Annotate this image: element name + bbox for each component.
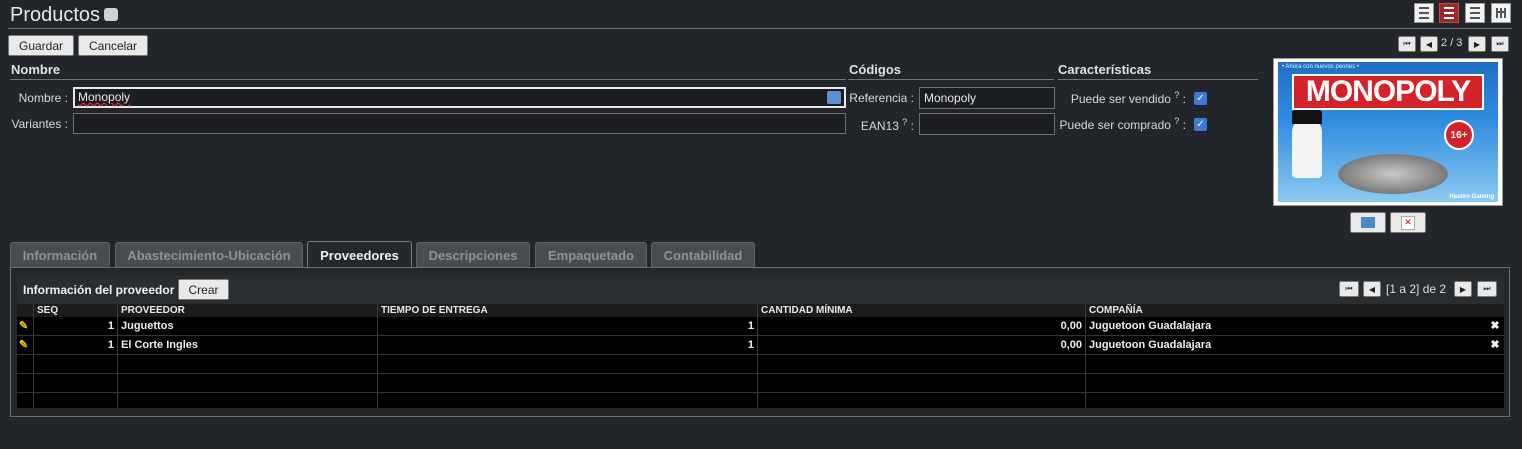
monopoly-box-art: • Ahora con nuevos peones • MONOPOLY 16+…	[1278, 62, 1498, 202]
clear-image-button[interactable]: ✕	[1390, 212, 1426, 233]
section-nombre-title: Nombre	[11, 62, 61, 77]
nombre-input[interactable]: Monopoly	[73, 87, 846, 108]
page-view-icon[interactable]	[1465, 3, 1485, 23]
supplier-first-icon[interactable]: ⏮	[1339, 281, 1359, 297]
record-counter: 2 / 3	[1441, 37, 1463, 49]
variantes-label: Variantes :	[11, 117, 68, 131]
cell-compania: Juguetoon Guadalajara	[1089, 320, 1212, 332]
prev-record-icon[interactable]: ◀	[1420, 36, 1438, 52]
comprado-help-icon[interactable]: ?	[1174, 116, 1179, 126]
empty-row	[17, 393, 1504, 408]
form-view-icon[interactable]	[1439, 3, 1459, 23]
age-badge: 16+	[1444, 120, 1474, 150]
ean13-label: EAN13	[860, 119, 899, 133]
kanban-view-icon[interactable]	[1491, 3, 1511, 23]
referencia-label: Referencia :	[849, 91, 914, 105]
edit-row-icon[interactable]: ✎	[17, 317, 34, 335]
comprado-label-wrap: Puede ser comprado ? :	[1058, 116, 1186, 132]
hasbro-logo: Hasbro Gaming	[1449, 194, 1494, 200]
empty-row	[17, 355, 1504, 374]
variantes-input[interactable]	[73, 113, 846, 134]
cell-cantidad: 0,00	[758, 336, 1086, 354]
supplier-prev-icon[interactable]: ◀	[1363, 281, 1381, 297]
cell-seq: 1	[34, 317, 118, 335]
suppliers-table: SEQ PROVEEDOR TIEMPO DE ENTREGA CANTIDAD…	[17, 304, 1504, 408]
cell-proveedor: El Corte Ingles	[118, 336, 378, 354]
monopoly-logo: MONOPOLY	[1292, 74, 1484, 110]
ean13-colon: :	[910, 119, 914, 133]
game-tokens	[1338, 154, 1448, 194]
section-codigos-title: Códigos	[849, 62, 901, 77]
col-seq[interactable]: SEQ	[34, 304, 118, 317]
section-nombre-divider	[10, 79, 846, 80]
tab-descripciones[interactable]: Descripciones	[416, 242, 530, 267]
next-record-icon[interactable]: ▶	[1468, 36, 1486, 52]
vendido-colon: :	[1182, 92, 1186, 106]
cell-cantidad: 0,00	[758, 317, 1086, 335]
nombre-label: Nombre :	[18, 91, 68, 105]
folder-icon	[1361, 217, 1375, 228]
tab-proveedores[interactable]: Proveedores	[307, 241, 412, 268]
cell-tiempo: 1	[378, 317, 758, 335]
section-caracteristicas-title: Características	[1058, 62, 1152, 77]
vendido-label-wrap: Puede ser vendido ? :	[1058, 90, 1186, 106]
help-icon[interactable]	[104, 8, 119, 22]
col-compania[interactable]: COMPAÑÍA	[1086, 304, 1504, 317]
upload-image-button[interactable]	[1350, 212, 1386, 233]
tab-empaquetado[interactable]: Empaquetado	[535, 242, 647, 267]
ean13-help-icon[interactable]: ?	[902, 117, 907, 127]
save-button[interactable]: Guardar	[8, 35, 74, 56]
tab-contabilidad[interactable]: Contabilidad	[651, 242, 755, 267]
edit-row-icon[interactable]: ✎	[17, 336, 34, 354]
comprado-label: Puede ser comprado	[1059, 118, 1171, 132]
tab-informacion[interactable]: Información	[10, 242, 110, 267]
vendido-help-icon[interactable]: ?	[1174, 90, 1179, 100]
supplier-section-title: Información del proveedor	[23, 283, 175, 297]
delete-row-icon[interactable]: ✖	[1486, 336, 1504, 354]
section-codigos-divider	[848, 79, 1054, 80]
supplier-pager-text: [1 a 2] de 2	[1386, 282, 1447, 296]
supplier-header-bar	[17, 276, 1504, 304]
list-view-icon[interactable]	[1414, 3, 1434, 23]
mascot-figure	[1292, 118, 1322, 178]
product-image: • Ahora con nuevos peones • MONOPOLY 16+…	[1273, 58, 1503, 206]
empty-row	[17, 374, 1504, 393]
last-record-icon[interactable]: ⏭	[1491, 36, 1509, 52]
section-caracteristicas-divider	[1058, 79, 1258, 80]
col-cantidad[interactable]: CANTIDAD MÍNIMA	[758, 304, 1086, 317]
vendido-label: Puede ser vendido	[1070, 92, 1171, 106]
create-supplier-button[interactable]: Crear	[178, 279, 229, 300]
supplier-next-icon[interactable]: ▶	[1454, 281, 1472, 297]
translate-icon[interactable]	[827, 91, 841, 104]
cancel-button[interactable]: Cancelar	[78, 35, 148, 56]
tab-abastecimiento[interactable]: Abastecimiento-Ubicación	[115, 242, 303, 267]
header-spacer	[17, 304, 34, 317]
box-tagline: • Ahora con nuevos peones •	[1282, 64, 1359, 70]
table-row[interactable]: ✎ 1 El Corte Ingles 1 0,00 Juguetoon Gua…	[17, 336, 1504, 355]
cell-seq: 1	[34, 336, 118, 354]
nombre-input-value: Monopoly	[78, 90, 131, 104]
ean13-label-wrap: EAN13 ? :	[848, 117, 914, 133]
col-tiempo[interactable]: TIEMPO DE ENTREGA	[378, 304, 758, 317]
cell-compania: Juguetoon Guadalajara	[1089, 339, 1212, 351]
comprado-checkbox[interactable]: ✓	[1194, 118, 1207, 131]
vendido-checkbox[interactable]: ✓	[1194, 92, 1207, 105]
first-record-icon[interactable]: ⏮	[1398, 36, 1416, 52]
col-proveedor[interactable]: PROVEEDOR	[118, 304, 378, 317]
page-title: Productos	[10, 4, 119, 27]
cell-tiempo: 1	[378, 336, 758, 354]
cell-proveedor: Juguettos	[118, 317, 378, 335]
table-header-row: SEQ PROVEEDOR TIEMPO DE ENTREGA CANTIDAD…	[17, 304, 1504, 317]
ean13-input[interactable]	[919, 113, 1055, 135]
table-row[interactable]: ✎ 1 Juguettos 1 0,00 Juguetoon Guadalaja…	[17, 317, 1504, 336]
supplier-last-icon[interactable]: ⏭	[1477, 281, 1497, 297]
referencia-input[interactable]: Monopoly	[919, 87, 1055, 109]
delete-icon: ✕	[1401, 215, 1415, 230]
top-hat	[1292, 110, 1322, 124]
title-divider	[8, 28, 1512, 29]
delete-row-icon[interactable]: ✖	[1486, 317, 1504, 335]
comprado-colon: :	[1182, 118, 1186, 132]
